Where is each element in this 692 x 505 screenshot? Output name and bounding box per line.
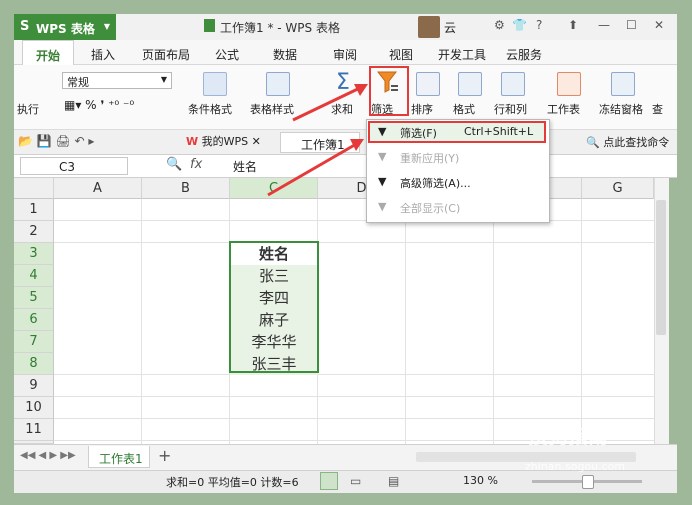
add-sheet-button[interactable]: +	[158, 446, 171, 465]
watermark-logo: 搜狗指南	[528, 424, 608, 448]
normal-view-icon[interactable]	[320, 472, 338, 490]
sheet-tab[interactable]: 工作表1	[88, 446, 150, 468]
watermark-url: zhinan.sogou.com	[525, 460, 626, 473]
zoom-slider-handle[interactable]	[582, 475, 594, 489]
zoom-level[interactable]: 130 %	[463, 474, 498, 487]
arrow-to-filter-item	[267, 141, 359, 197]
status-summary: 求和=0 平均值=0 计数=6	[166, 476, 299, 489]
sheet-nav-arrows[interactable]: ◀◀ ◀ ▶ ▶▶	[20, 450, 76, 461]
page-layout-icon[interactable]: ▭	[350, 474, 361, 488]
page-break-icon[interactable]: ▤	[388, 474, 399, 488]
arrow-to-filter-button	[292, 84, 365, 122]
